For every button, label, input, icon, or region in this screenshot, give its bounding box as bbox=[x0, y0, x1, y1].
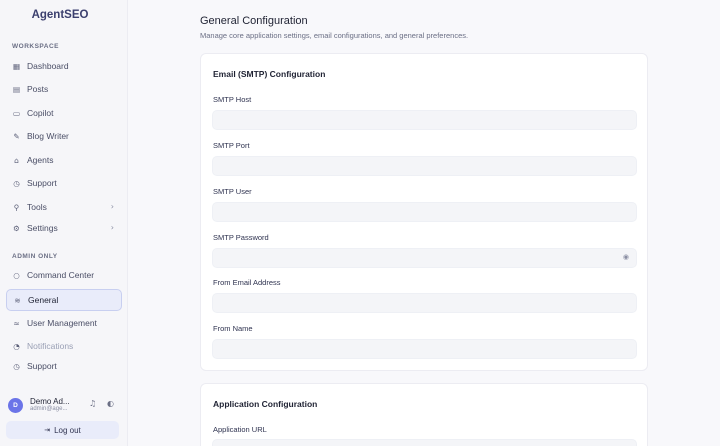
sidebar-item-dashboard[interactable]: ▦ Dashboard bbox=[6, 56, 122, 76]
user-profile[interactable]: D Demo Ad... admin@age... ♫ ◐ bbox=[6, 393, 122, 417]
theme-toggle-icon[interactable]: ◐ bbox=[107, 399, 114, 408]
chat-icon: ▭ bbox=[12, 108, 21, 118]
logout-button[interactable]: ⇥ Log out bbox=[6, 421, 119, 439]
gear-icon: ⚙ bbox=[13, 223, 20, 233]
avatar: D bbox=[8, 397, 23, 413]
sidebar-item-label: Blog Writer bbox=[27, 131, 69, 141]
smtp-host-input[interactable] bbox=[212, 110, 637, 130]
sidebar-item-label: Copilot bbox=[27, 108, 54, 118]
bell-icon: ◔ bbox=[13, 341, 20, 351]
card-title: Application Configuration bbox=[213, 399, 318, 409]
sidebar-item-agents[interactable]: ⌂ Agents bbox=[6, 150, 122, 170]
help-icon: ◷ bbox=[13, 361, 20, 371]
app-config-card: Application Configuration Application UR… bbox=[200, 383, 648, 446]
page-subtitle: Manage core application settings, email … bbox=[200, 31, 469, 40]
wrench-icon: ⚲ bbox=[13, 202, 20, 212]
field-label: SMTP Password bbox=[213, 233, 269, 242]
field-label: SMTP Port bbox=[213, 141, 250, 150]
sidebar-item-general[interactable]: ≋ General bbox=[6, 289, 122, 311]
bell-icon[interactable]: ♫ bbox=[89, 399, 96, 408]
users-icon: ≈ bbox=[13, 318, 20, 328]
sidebar-item-label: User Management bbox=[27, 318, 97, 328]
field-label: Application URL bbox=[213, 425, 267, 434]
admin-section-label: ADMIN ONLY bbox=[12, 253, 58, 260]
sidebar-item-support-bottom[interactable]: ◷ Support bbox=[6, 356, 122, 376]
profile-email: admin@age... bbox=[30, 406, 68, 413]
field-label: From Name bbox=[213, 324, 253, 333]
logout-icon: ⇥ bbox=[44, 426, 51, 434]
help-icon: ◷ bbox=[13, 178, 20, 188]
smtp-user-input[interactable] bbox=[212, 202, 637, 222]
layers-icon: ≋ bbox=[14, 295, 21, 305]
sidebar-item-label: General bbox=[28, 295, 59, 305]
sidebar-item-label: Settings bbox=[27, 223, 58, 233]
field-label: SMTP User bbox=[213, 187, 252, 196]
document-icon: ▤ bbox=[12, 84, 21, 94]
field-label: From Email Address bbox=[213, 278, 281, 287]
sidebar-item-label: Notifications bbox=[27, 341, 74, 351]
sidebar-item-label: Agents bbox=[27, 155, 54, 165]
pen-icon: ✎ bbox=[13, 131, 20, 141]
sidebar-item-command-center[interactable]: ○ Command Center bbox=[6, 265, 122, 285]
smtp-config-card: Email (SMTP) Configuration SMTP Host SMT… bbox=[200, 53, 648, 371]
circle-icon: ○ bbox=[13, 270, 20, 280]
sidebar-item-label: Dashboard bbox=[27, 61, 69, 71]
sidebar-item-blog-writer[interactable]: ✎ Blog Writer bbox=[6, 126, 122, 146]
sidebar-item-copilot[interactable]: ▭ Copilot bbox=[6, 103, 122, 123]
sidebar-item-tools[interactable]: ⚲ Tools › bbox=[6, 197, 122, 217]
sidebar-item-settings[interactable]: ⚙ Settings › bbox=[6, 218, 122, 238]
sidebar-item-user-management[interactable]: ≈ User Management bbox=[6, 313, 122, 333]
smtp-password-input[interactable] bbox=[212, 248, 637, 268]
sidebar-item-label: Command Center bbox=[27, 270, 95, 280]
sidebar-item-label: Support bbox=[27, 178, 57, 188]
profile-name: Demo Ad... bbox=[30, 396, 70, 406]
brand-logo[interactable]: AgentSEO bbox=[0, 9, 120, 21]
from-name-input[interactable] bbox=[212, 339, 637, 359]
app-url-input[interactable] bbox=[212, 439, 637, 446]
bot-icon: ⌂ bbox=[14, 155, 19, 165]
page-title: General Configuration bbox=[200, 15, 308, 27]
field-label: SMTP Host bbox=[213, 95, 252, 104]
card-title: Email (SMTP) Configuration bbox=[213, 69, 326, 79]
sidebar-item-notifications[interactable]: ◔ Notifications bbox=[6, 341, 122, 351]
smtp-port-input[interactable] bbox=[212, 156, 637, 176]
logout-label: Log out bbox=[54, 425, 81, 435]
from-email-input[interactable] bbox=[212, 293, 637, 313]
sidebar-item-posts[interactable]: ▤ Posts bbox=[6, 79, 122, 99]
sidebar-item-support[interactable]: ◷ Support bbox=[6, 173, 122, 193]
chevron-right-icon: › bbox=[110, 202, 114, 211]
chevron-right-icon: › bbox=[110, 223, 114, 232]
sidebar: AgentSEO WORKSPACE ▦ Dashboard ▤ Posts ▭… bbox=[0, 0, 128, 446]
sidebar-item-label: Tools bbox=[27, 202, 47, 212]
main-content: General Configuration Manage core applic… bbox=[128, 0, 720, 446]
workspace-section-label: WORKSPACE bbox=[12, 43, 59, 50]
sidebar-item-label: Posts bbox=[27, 84, 49, 94]
eye-icon[interactable]: ◉ bbox=[623, 253, 629, 261]
sidebar-item-label: Support bbox=[27, 361, 57, 371]
grid-icon: ▦ bbox=[12, 61, 21, 71]
